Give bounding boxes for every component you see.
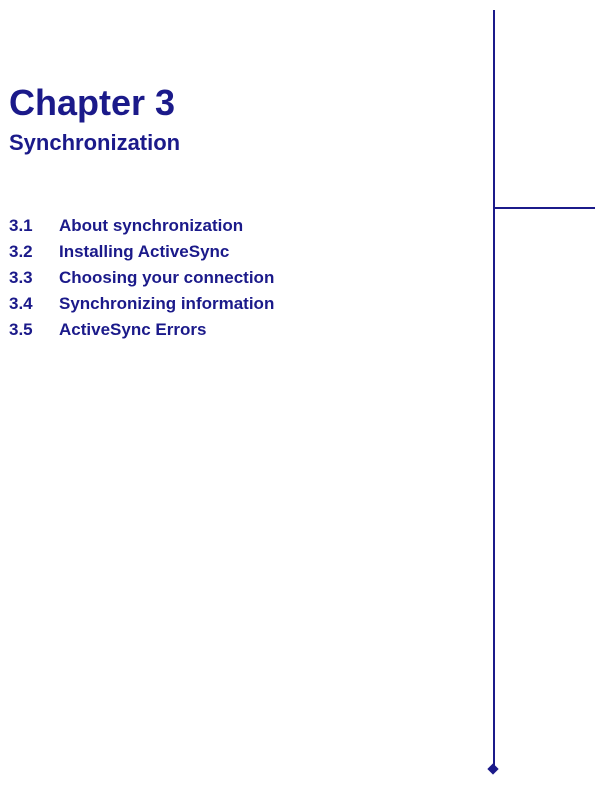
toc-item: 3.3 Choosing your connection xyxy=(9,268,479,288)
toc-item: 3.5 ActiveSync Errors xyxy=(9,320,479,340)
chapter-title: Chapter 3 xyxy=(9,82,479,124)
toc-label: ActiveSync Errors xyxy=(59,320,479,340)
table-of-contents: 3.1 About synchronization 3.2 Installing… xyxy=(9,216,479,340)
toc-item: 3.1 About synchronization xyxy=(9,216,479,236)
toc-number: 3.2 xyxy=(9,242,59,262)
toc-number: 3.1 xyxy=(9,216,59,236)
toc-label: About synchronization xyxy=(59,216,479,236)
toc-label: Choosing your connection xyxy=(59,268,479,288)
toc-label: Installing ActiveSync xyxy=(59,242,479,262)
vertical-rule-right xyxy=(493,10,495,770)
toc-item: 3.4 Synchronizing information xyxy=(9,294,479,314)
toc-label: Synchronizing information xyxy=(59,294,479,314)
toc-number: 3.5 xyxy=(9,320,59,340)
diamond-ornament-icon xyxy=(487,763,498,774)
chapter-subtitle: Synchronization xyxy=(9,130,479,156)
page-content: Chapter 3 Synchronization 3.1 About sync… xyxy=(9,82,479,346)
toc-item: 3.2 Installing ActiveSync xyxy=(9,242,479,262)
toc-number: 3.3 xyxy=(9,268,59,288)
toc-number: 3.4 xyxy=(9,294,59,314)
horizontal-rule-right xyxy=(495,207,595,209)
